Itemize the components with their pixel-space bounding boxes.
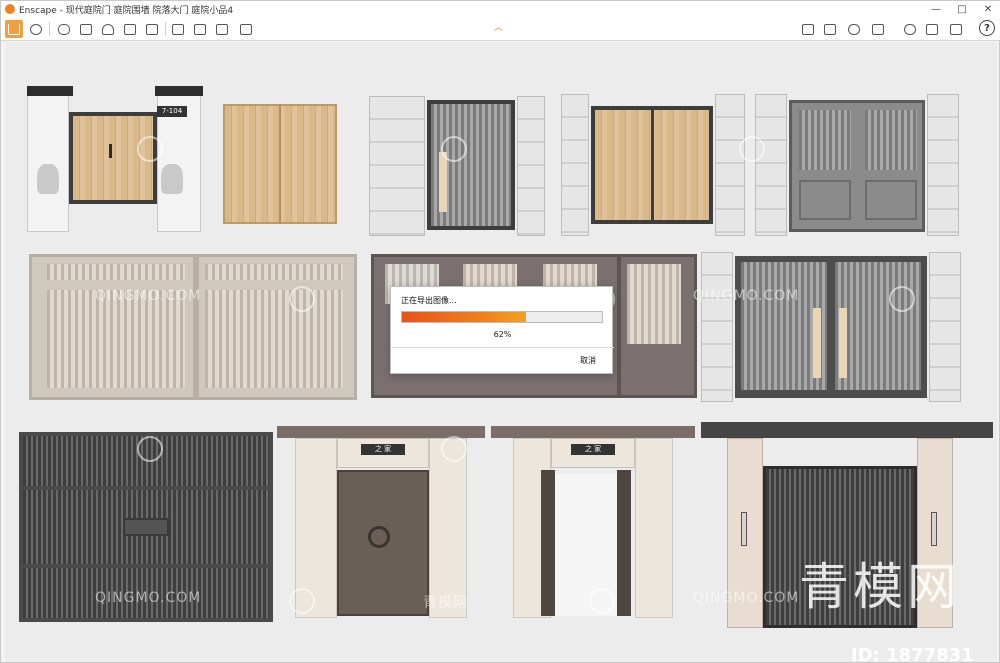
screenshot-icon[interactable] [169,20,187,38]
minimize-button[interactable]: — [923,1,949,17]
asset-icon[interactable] [121,20,139,38]
watermark-text: QINGMO.COM [693,590,800,606]
gate-model-5 [755,94,961,236]
chevron-up-icon[interactable]: ︿ [494,20,503,33]
door-number-plate: 7-104 [157,106,187,117]
close-button[interactable]: ✕ [975,1,1000,17]
film-icon[interactable] [77,20,95,38]
home-icon[interactable] [5,20,23,38]
toolbar: ︿ ? [1,17,1000,41]
watermark-logo-icon [441,436,467,462]
enscape-window: Enscape - 现代庭院门 庭院围墙 院落大门 庭院小品4 — □ ✕ ︿ … [0,0,1000,663]
maximize-button[interactable]: □ [949,1,975,17]
dialog-title: 正在导出图像... [401,296,457,305]
gate-model-1: 7-104 [27,86,203,232]
gate-sign: 之 家 [571,444,615,455]
lightbulb-icon[interactable] [99,20,117,38]
windows-icon[interactable] [923,20,941,38]
enscape-logo-icon [5,4,15,14]
watermark-logo-icon [739,136,765,162]
vr-icon[interactable] [845,20,863,38]
walk-icon[interactable] [27,20,45,38]
gate-model-6 [29,254,357,400]
stone-lion-statue [161,164,183,194]
grid-icon[interactable] [947,20,965,38]
progress-bar-fill [402,312,526,322]
progress-bar [401,311,603,323]
cloud-icon[interactable] [901,20,919,38]
watermark-logo-icon [441,136,467,162]
watermark-text: QINGMO.COM [693,288,800,304]
library-icon[interactable] [143,20,161,38]
material-icon[interactable] [869,20,887,38]
batch-icon[interactable] [191,20,209,38]
map-icon[interactable] [799,20,817,38]
watermark-logo-icon [289,588,315,614]
progress-percent: 62% [493,330,512,339]
gate-sign: 之 家 [361,444,405,455]
watermark-logo-icon [889,286,915,312]
watermark-logo-icon [589,588,615,614]
panorama-icon[interactable] [821,20,839,38]
watermark-logo-icon [289,286,315,312]
cancel-button[interactable]: 取消 [580,355,596,366]
watermark-big-text: 青模网 [799,558,961,616]
binoculars-icon[interactable] [55,20,73,38]
watermark-logo-icon [137,436,163,462]
gate-model-4 [561,94,745,236]
title-bar: Enscape - 现代庭院门 庭院围墙 院落大门 庭院小品4 — □ ✕ [1,1,1000,17]
gate-model-2 [223,98,337,224]
export-icon[interactable] [213,20,231,38]
watermark-id: ID: 1877831 [851,645,974,662]
window-title: Enscape - 现代庭院门 庭院围墙 院落大门 庭院小品4 [19,5,234,16]
stone-lion-statue [37,164,59,194]
watermark-cn-text: 青模网 [423,595,468,611]
watermark-text: QINGMO.COM [95,590,202,606]
dialog-divider [391,347,614,348]
help-button[interactable]: ? [979,20,995,36]
upload-icon[interactable] [237,20,255,38]
watermark-logo-icon [137,136,163,162]
gate-model-8 [701,252,963,402]
gate-model-3 [369,96,545,236]
watermark-text: QINGMO.COM [95,288,202,304]
export-progress-dialog: 正在导出图像... 62% 取消 [390,286,614,374]
